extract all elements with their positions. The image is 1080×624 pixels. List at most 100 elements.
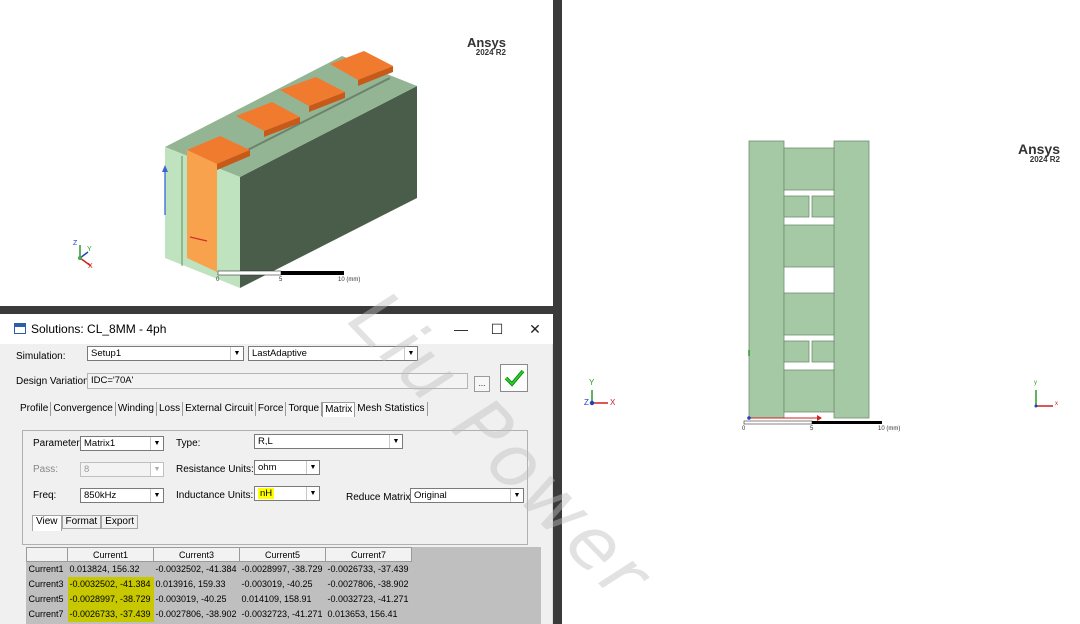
table-cell[interactable]: -0.0032502, -41.384 xyxy=(154,562,240,577)
table-cell[interactable]: -0.0028997, -38.729 xyxy=(67,591,154,607)
table-row: Current7 -0.0026733, -37.439 -0.0027806,… xyxy=(26,606,412,622)
row-header[interactable]: Current7 xyxy=(26,606,68,622)
triad-left-x-label: X xyxy=(610,398,616,407)
table-cell[interactable]: -0.0027806, -38.902 xyxy=(154,607,240,622)
table-row: Current1 0.013824, 156.32 -0.0032502, -4… xyxy=(26,561,412,577)
type-select[interactable]: R,L ▼ xyxy=(254,434,403,449)
tab-loss[interactable]: Loss xyxy=(157,402,184,416)
tab-matrix[interactable]: Matrix xyxy=(322,402,356,417)
tab-torque[interactable]: Torque xyxy=(286,402,323,416)
triad-left-y-label: Y xyxy=(589,378,595,387)
view-format-export-tabs: View Format Export xyxy=(32,515,139,531)
inductance-units-select[interactable]: nH ▼ xyxy=(254,486,320,501)
matrix-results-grid[interactable]: Current1 Current3 Current5 Current7 Curr… xyxy=(26,547,541,624)
parameter-value: Matrix1 xyxy=(84,438,116,449)
reduce-matrix-select[interactable]: Original ▼ xyxy=(410,488,524,503)
table-cell[interactable]: -0.0026733, -37.439 xyxy=(326,562,412,577)
3d-model-viewport[interactable]: Z Y X 0 5 10 (mm) Ansys 2024 R2 xyxy=(0,0,553,306)
table-cell[interactable]: -0.0032502, -41.384 xyxy=(67,576,154,592)
column-header[interactable]: Current7 xyxy=(325,547,412,562)
scale-tick-5: 5 xyxy=(279,277,283,283)
ansys-brand-version: 2024 R2 xyxy=(1029,155,1060,164)
simulation-setup-value: Setup1 xyxy=(91,348,122,359)
table-cell[interactable]: -0.0032723, -41.271 xyxy=(240,607,326,622)
column-header[interactable]: Current3 xyxy=(153,547,240,562)
triad-z-label: Z xyxy=(73,240,78,247)
subtab-view[interactable]: View xyxy=(32,515,62,531)
dialog-title: Solutions: CL_8MM - 4ph xyxy=(31,322,167,336)
apply-checkmark-button[interactable] xyxy=(500,364,528,392)
pass-select[interactable]: 8 ▼ xyxy=(80,462,164,477)
app-window-icon xyxy=(14,323,26,334)
simulation-pass-value: LastAdaptive xyxy=(252,348,307,359)
type-label: Type: xyxy=(176,438,201,449)
reduce-matrix-label: Reduce Matrix: xyxy=(346,492,414,503)
subtab-export[interactable]: Export xyxy=(101,515,139,529)
parameter-select[interactable]: Matrix1 ▼ xyxy=(80,436,164,451)
table-cell[interactable]: -0.0032723, -41.271 xyxy=(326,592,412,607)
chevron-down-icon: ▼ xyxy=(306,461,319,474)
chevron-down-icon: ▼ xyxy=(306,487,319,500)
row-header[interactable]: Current1 xyxy=(26,561,68,577)
table-cell[interactable]: 0.013653, 156.41 xyxy=(326,607,412,622)
inductance-units-label: Inductance Units: xyxy=(176,490,254,501)
triad-right-x-label: x xyxy=(1055,401,1058,407)
design-variation-field[interactable]: IDC='70A' xyxy=(87,373,468,389)
table-cell[interactable]: -0.0027806, -38.902 xyxy=(326,577,412,592)
design-variation-browse-button[interactable]: ... xyxy=(474,376,490,392)
solution-tabs: Profile Convergence Winding Loss Externa… xyxy=(18,402,428,418)
simulation-label: Simulation: xyxy=(16,351,66,362)
table-cell[interactable]: -0.0026733, -37.439 xyxy=(67,606,154,622)
design-variation-label: Design Variation: xyxy=(16,376,92,387)
simulation-pass-select[interactable]: LastAdaptive ▼ xyxy=(248,346,418,361)
ansys-brand-name: Ansys xyxy=(1017,141,1060,157)
triad-right-y-label: y xyxy=(1034,380,1037,386)
chevron-down-icon: ▼ xyxy=(510,489,523,502)
simulation-setup-select[interactable]: Setup1 ▼ xyxy=(87,346,244,361)
close-button[interactable]: ✕ xyxy=(524,318,546,340)
resistance-units-select[interactable]: ohm ▼ xyxy=(254,460,320,475)
green-checkmark-icon xyxy=(504,369,525,387)
row-header[interactable]: Current3 xyxy=(26,576,68,592)
tab-force[interactable]: Force xyxy=(256,402,287,416)
table-cell[interactable]: -0.0028997, -38.729 xyxy=(240,562,326,577)
tab-profile[interactable]: Profile xyxy=(18,402,52,416)
reduce-matrix-value: Original xyxy=(414,490,447,501)
tab-winding[interactable]: Winding xyxy=(116,402,157,416)
chevron-down-icon: ▼ xyxy=(230,347,243,360)
freq-select[interactable]: 850kHz ▼ xyxy=(80,488,164,503)
tab-external-circuit[interactable]: External Circuit xyxy=(183,402,256,416)
tab-mesh-statistics[interactable]: Mesh Statistics xyxy=(355,402,428,416)
table-corner-cell xyxy=(26,547,68,562)
table-cell[interactable]: -0.003019, -40.25 xyxy=(240,577,326,592)
column-header[interactable]: Current5 xyxy=(239,547,326,562)
tab-convergence[interactable]: Convergence xyxy=(51,402,116,416)
dialog-titlebar[interactable]: Solutions: CL_8MM - 4ph — ☐ ✕ xyxy=(0,314,553,344)
subtab-format[interactable]: Format xyxy=(61,515,102,529)
chevron-down-icon: ▼ xyxy=(150,463,163,476)
ansys-logo: Ansys 2024 R2 xyxy=(460,36,506,57)
viewport-divider-vertical xyxy=(553,0,562,624)
triad-y-label: Y xyxy=(87,246,92,253)
table-cell[interactable]: 0.013916, 159.33 xyxy=(154,577,240,592)
row-header[interactable]: Current5 xyxy=(26,591,68,607)
table-cell[interactable]: 0.014109, 158.91 xyxy=(240,592,326,607)
maximize-button[interactable]: ☐ xyxy=(486,318,508,340)
parameter-label: Parameter: xyxy=(33,438,83,449)
chevron-down-icon: ▼ xyxy=(150,437,163,450)
viewport-divider-horizontal xyxy=(0,306,553,314)
table-row: Current5 -0.0028997, -38.729 -0.003019, … xyxy=(26,591,412,607)
ansys-brand-version: 2024 R2 xyxy=(475,48,506,57)
column-header[interactable]: Current1 xyxy=(67,547,154,562)
matrix-table: Current1 Current3 Current5 Current7 Curr… xyxy=(26,547,412,622)
table-cell[interactable]: -0.003019, -40.25 xyxy=(154,592,240,607)
inductor-2d-section xyxy=(589,140,1053,425)
2d-section-viewport[interactable]: 0 5 10 (mm) Y Z X y x Ansys 2024 R2 xyxy=(562,0,1080,624)
table-cell[interactable]: 0.013824, 156.32 xyxy=(68,562,154,577)
type-value: R,L xyxy=(258,436,273,447)
solutions-dialog: Solutions: CL_8MM - 4ph — ☐ ✕ Simulation… xyxy=(0,314,553,624)
scale-tick-0: 0 xyxy=(742,426,746,432)
inductance-units-value: nH xyxy=(258,488,275,499)
minimize-button[interactable]: — xyxy=(450,318,472,340)
chevron-down-icon: ▼ xyxy=(404,347,417,360)
